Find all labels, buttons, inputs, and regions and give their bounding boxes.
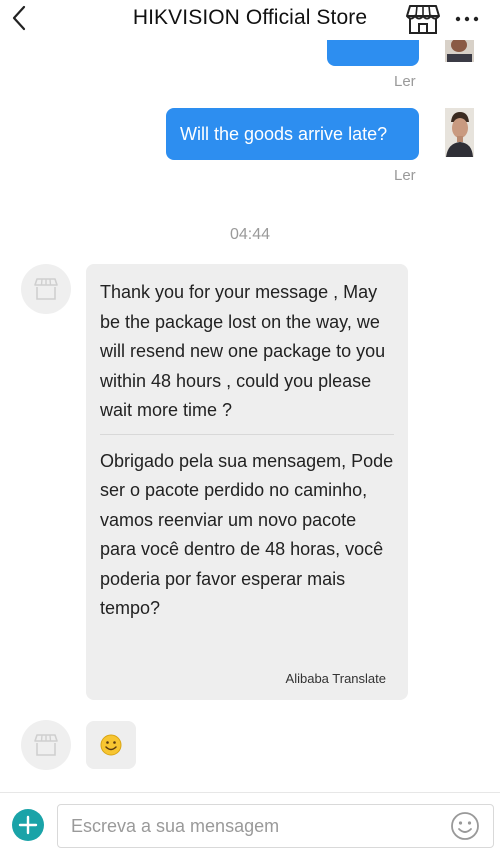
message-original-text: Thank you for your message , May be the … xyxy=(100,282,386,420)
incoming-emoji-message[interactable] xyxy=(86,721,136,769)
outgoing-message[interactable]: Will the goods arrive late? xyxy=(166,108,419,160)
message-timestamp: 04:44 xyxy=(229,226,271,243)
incoming-message[interactable]: Thank you for your message , May be the … xyxy=(86,264,408,700)
smiley-emoji-icon xyxy=(100,734,122,756)
translation-credit: Alibaba Translate xyxy=(285,671,386,686)
chat-header: HIKVISION Official Store xyxy=(0,0,500,40)
store-avatar-icon xyxy=(34,278,58,300)
read-status: Ler xyxy=(394,73,416,90)
store-avatar-icon xyxy=(34,734,58,756)
message-input[interactable]: Escreva a sua mensagem xyxy=(57,804,494,848)
previous-outgoing-message[interactable] xyxy=(327,40,419,66)
read-status: Ler xyxy=(394,167,416,184)
store-avatar xyxy=(21,264,71,314)
emoji-button[interactable] xyxy=(449,810,481,842)
translation-divider xyxy=(100,433,394,435)
store-button[interactable] xyxy=(405,2,441,36)
message-composer: Escreva a sua mensagem xyxy=(0,792,500,853)
plus-icon xyxy=(18,815,38,835)
user-avatar xyxy=(445,108,474,157)
storefront-icon xyxy=(406,5,440,34)
message-list[interactable]: Ler Will the goods arrive late? Ler 04:4… xyxy=(0,40,500,792)
message-translated-text: Obrigado pela sua mensagem, Pode ser o p… xyxy=(100,450,394,619)
message-input-placeholder: Escreva a sua mensagem xyxy=(71,816,280,836)
more-options-button[interactable] xyxy=(452,4,482,34)
store-avatar xyxy=(21,720,71,770)
add-attachment-button[interactable] xyxy=(12,809,44,841)
more-dots-icon xyxy=(455,16,479,22)
user-avatar xyxy=(445,40,474,62)
smiley-icon xyxy=(451,812,479,840)
